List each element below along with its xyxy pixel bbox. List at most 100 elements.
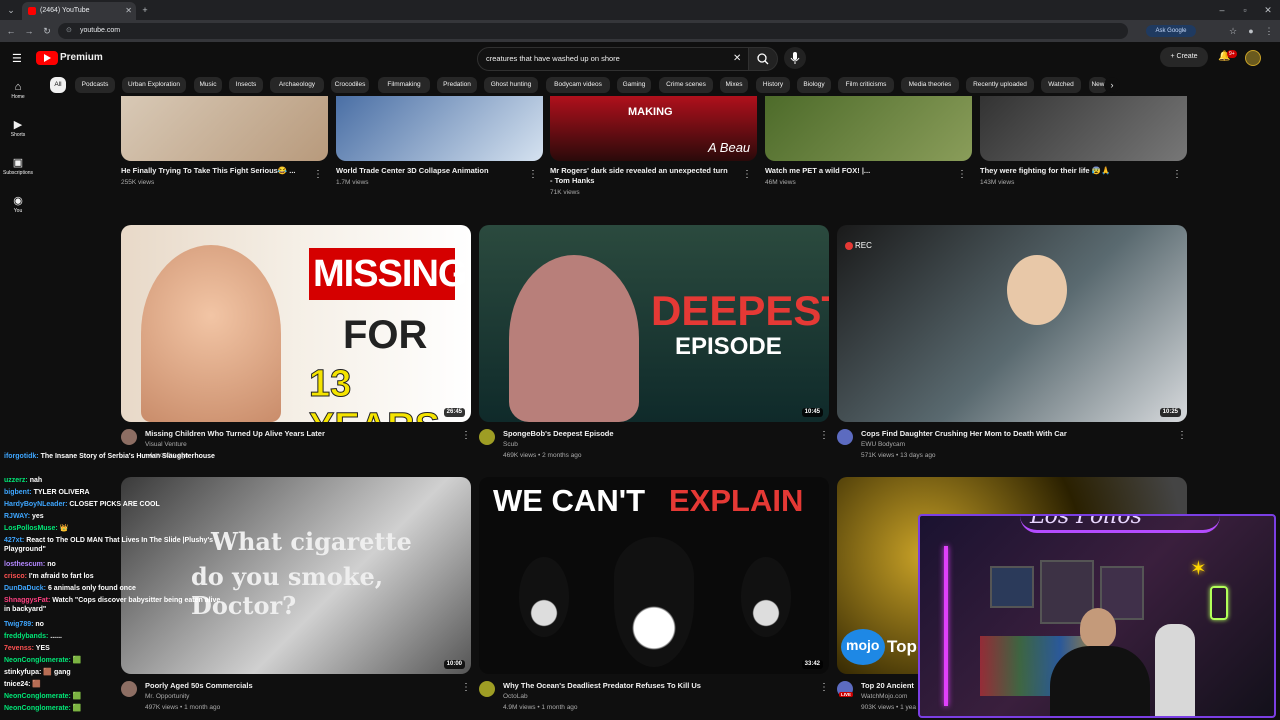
chat-username[interactable]: losthescum: <box>4 561 45 568</box>
browser-tab[interactable]: (2464) YouTube ✕ <box>22 2 136 20</box>
search-button[interactable] <box>748 47 778 71</box>
video-title[interactable]: He Finally Trying To Take This Fight Ser… <box>121 166 301 176</box>
chat-username[interactable]: uzzerz: <box>4 477 28 484</box>
address-bar[interactable]: ⊙ youtube.com <box>58 23 1128 39</box>
more-options-icon[interactable]: ⋮ <box>957 170 967 180</box>
profile-icon[interactable]: ● <box>1244 24 1258 38</box>
chip-filmmaking[interactable]: Filmmaking <box>378 77 430 93</box>
chat-username[interactable]: freddybands: <box>4 633 48 640</box>
chat-username[interactable]: 7evenss: <box>4 645 34 652</box>
chip-music[interactable]: Music <box>194 77 222 93</box>
channel-name[interactable]: Scub <box>503 440 518 450</box>
video-title[interactable]: Watch me PET a wild FOX! |... <box>765 166 945 176</box>
chat-username[interactable]: DunDaDuck: <box>4 585 46 592</box>
chat-username[interactable]: Twig789: <box>4 621 33 628</box>
more-options-icon[interactable]: ⋮ <box>819 683 829 693</box>
chip-crocodiles[interactable]: Crocodiles <box>331 77 369 93</box>
video-title[interactable]: SpongeBob's Deepest Episode <box>503 429 813 439</box>
more-options-icon[interactable]: ⋮ <box>461 683 471 693</box>
channel-avatar[interactable] <box>479 429 495 445</box>
channel-name[interactable]: OctoLab <box>503 692 528 702</box>
channel-name[interactable]: Visual Venture <box>145 440 187 450</box>
video-thumbnail[interactable]: DEEPEST EPISODE 10:45 <box>479 225 829 422</box>
more-options-icon[interactable]: ⋮ <box>1177 431 1187 441</box>
chat-username[interactable]: HardyBoyNLeader: <box>4 501 67 508</box>
video-thumbnail[interactable] <box>765 96 972 161</box>
chip-urban-exploration[interactable]: Urban Exploration <box>122 77 186 93</box>
chip-media-theories[interactable]: Media theories <box>901 77 959 93</box>
minimize-icon[interactable]: – <box>1215 3 1229 17</box>
video-title[interactable]: Why The Ocean's Deadliest Predator Refus… <box>503 681 813 691</box>
search-input[interactable]: creatures that have washed up on shore ✕ <box>477 47 749 71</box>
chip-watched[interactable]: Watched <box>1041 77 1081 93</box>
video-thumbnail[interactable] <box>336 96 543 161</box>
new-tab-icon[interactable]: + <box>138 3 152 17</box>
back-icon[interactable]: ← <box>4 24 18 38</box>
chat-username[interactable]: RJWAY: <box>4 513 30 520</box>
chat-username[interactable]: ShnaggysFat: <box>4 597 50 604</box>
video-title[interactable]: Mr Rogers' dark side revealed an unexpec… <box>550 166 730 186</box>
more-options-icon[interactable]: ⋮ <box>313 170 323 180</box>
chrome-menu-icon[interactable]: ⋮ <box>1262 24 1276 38</box>
chip-insects[interactable]: Insects <box>229 77 263 93</box>
chat-username[interactable]: bigbent: <box>4 489 32 496</box>
clear-search-icon[interactable]: ✕ <box>733 48 741 70</box>
create-button[interactable]: + Create <box>1160 47 1208 67</box>
more-options-icon[interactable]: ⋮ <box>528 170 538 180</box>
chip-predation[interactable]: Predation <box>437 77 477 93</box>
more-options-icon[interactable]: ⋮ <box>819 431 829 441</box>
video-thumbnail[interactable]: WE CAN'T EXPLAIN 33:42 <box>479 477 829 674</box>
video-thumbnail[interactable]: MISSINGFOR13 YEARS26:45 <box>121 225 471 422</box>
channel-avatar[interactable] <box>479 681 495 697</box>
chip-history[interactable]: History <box>756 77 790 93</box>
maximize-icon[interactable]: ▫ <box>1238 3 1252 17</box>
chip-biology[interactable]: Biology <box>797 77 831 93</box>
sidebar-item-subscriptions[interactable]: ▣ Subscriptions <box>0 156 36 176</box>
more-options-icon[interactable]: ⋮ <box>461 431 471 441</box>
video-thumbnail[interactable]: MAKING A Beau <box>550 96 757 161</box>
reload-icon[interactable]: ↻ <box>40 24 54 38</box>
close-tab-icon[interactable]: ✕ <box>125 2 132 20</box>
chip-ghost-hunting[interactable]: Ghost hunting <box>484 77 538 93</box>
bookmark-icon[interactable]: ☆ <box>1226 24 1240 38</box>
channel-avatar[interactable] <box>837 429 853 445</box>
more-options-icon[interactable]: ⋮ <box>742 170 752 180</box>
chat-username[interactable]: iforgotidk: <box>4 453 39 460</box>
chip-crime-scenes[interactable]: Crime scenes <box>659 77 713 93</box>
chip-all[interactable]: All <box>50 77 66 93</box>
sidebar-item-shorts[interactable]: ▶ Shorts <box>0 118 36 138</box>
video-title[interactable]: Cops Find Daughter Crushing Her Mom to D… <box>861 429 1171 439</box>
video-thumbnail[interactable] <box>121 96 328 161</box>
sidebar-item-home[interactable]: ⌂ Home <box>0 80 36 100</box>
chat-username[interactable]: tnice24: <box>4 681 30 688</box>
avatar[interactable] <box>1245 50 1261 66</box>
channel-name[interactable]: EWU Bodycam <box>861 440 905 450</box>
site-info-icon[interactable]: ⊙ <box>66 23 72 39</box>
chat-username[interactable]: stinkyfupa: <box>4 669 41 676</box>
chip-mixes[interactable]: Mixes <box>720 77 748 93</box>
channel-avatar[interactable] <box>121 429 137 445</box>
video-thumbnail[interactable] <box>980 96 1187 161</box>
channel-name[interactable]: WatchMojo.com <box>861 692 907 702</box>
chat-username[interactable]: NeonConglomerate: <box>4 657 71 664</box>
chip-recently-uploaded[interactable]: Recently uploaded <box>966 77 1034 93</box>
close-window-icon[interactable]: ✕ <box>1261 3 1275 17</box>
tab-search-icon[interactable]: ⌄ <box>4 3 18 17</box>
chip-bodycam-videos[interactable]: Bodycam videos <box>546 77 610 93</box>
chat-username[interactable]: crisco: <box>4 573 27 580</box>
chat-username[interactable]: LosPollosMuse: <box>4 525 58 532</box>
chip-gaming[interactable]: Gaming <box>617 77 651 93</box>
video-title[interactable]: World Trade Center 3D Collapse Animation <box>336 166 516 176</box>
chat-username[interactable]: NeonConglomerate: <box>4 705 71 712</box>
chip-archaeology[interactable]: Archaeology <box>270 77 324 93</box>
voice-search-button[interactable] <box>784 47 806 69</box>
menu-icon[interactable]: ☰ <box>12 52 22 65</box>
chat-username[interactable]: NeonConglomerate: <box>4 693 71 700</box>
video-title[interactable]: They were fighting for their life 😰🙏 <box>980 166 1160 176</box>
ask-google-button[interactable]: Ask Google <box>1146 25 1196 37</box>
sidebar-item-you[interactable]: ◉ You <box>0 194 36 214</box>
more-options-icon[interactable]: ⋮ <box>1172 170 1182 180</box>
chip-podcasts[interactable]: Podcasts <box>75 77 115 93</box>
video-thumbnail[interactable]: REC 10:25 <box>837 225 1187 422</box>
chips-next-arrow-icon[interactable]: › <box>1104 77 1120 93</box>
